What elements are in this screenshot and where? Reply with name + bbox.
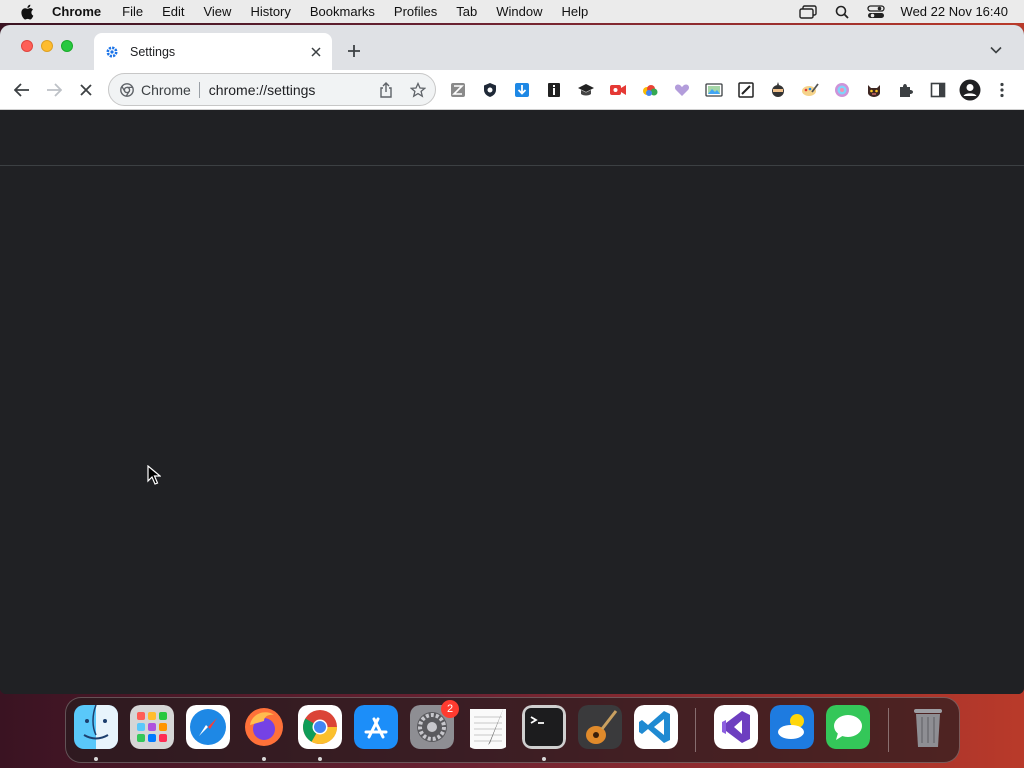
vscode-icon[interactable] xyxy=(634,705,678,749)
menu-clock[interactable]: Wed 22 Nov 16:40 xyxy=(901,4,1008,19)
menu-bar: Chrome File Edit View History Bookmarks … xyxy=(0,0,1024,23)
dock-separator xyxy=(695,708,696,752)
menu-bookmarks[interactable]: Bookmarks xyxy=(310,4,375,19)
globe-colors-icon[interactable] xyxy=(832,80,852,100)
dock: 2 xyxy=(65,697,960,763)
visual-studio-icon[interactable] xyxy=(714,705,758,749)
settings-gear-icon xyxy=(104,44,120,60)
more-vertical-icon[interactable] xyxy=(992,80,1012,100)
dock-separator xyxy=(888,708,889,752)
menu-edit[interactable]: Edit xyxy=(162,4,184,19)
tab-title: Settings xyxy=(130,44,176,59)
heart-icon[interactable] xyxy=(672,80,692,100)
tab-settings[interactable]: Settings xyxy=(94,33,332,70)
window-overlap-icon[interactable] xyxy=(797,4,819,20)
app-store-icon[interactable] xyxy=(354,705,398,749)
puzzle-icon[interactable] xyxy=(896,80,916,100)
video-record-icon[interactable] xyxy=(608,80,628,100)
url-text[interactable]: chrome://settings xyxy=(209,82,377,98)
menu-help[interactable]: Help xyxy=(562,4,589,19)
textedit-icon[interactable] xyxy=(466,705,510,749)
close-tab-icon[interactable] xyxy=(308,44,324,60)
settings-header xyxy=(0,110,1024,166)
weather-icon[interactable] xyxy=(770,705,814,749)
profile-icon[interactable] xyxy=(958,78,982,102)
zoom-window-button[interactable] xyxy=(61,40,73,52)
menu-app-name[interactable]: Chrome xyxy=(52,4,101,19)
menu-history[interactable]: History xyxy=(250,4,290,19)
menu-tab[interactable]: Tab xyxy=(456,4,477,19)
new-tab-button[interactable] xyxy=(344,41,364,61)
browser-window: Settings Chrome chrome://settings xyxy=(0,25,1024,694)
running-indicator xyxy=(542,757,546,761)
share-icon[interactable] xyxy=(377,81,395,99)
forward-arrow-icon[interactable] xyxy=(44,80,64,100)
zotero-icon[interactable] xyxy=(448,80,468,100)
trash-icon[interactable] xyxy=(906,705,950,749)
finder-icon[interactable] xyxy=(74,705,118,749)
menu-profiles[interactable]: Profiles xyxy=(394,4,437,19)
bookmark-star-icon[interactable] xyxy=(409,81,427,99)
menu-window[interactable]: Window xyxy=(496,4,542,19)
safari-icon[interactable] xyxy=(186,705,230,749)
apple-logo-icon[interactable] xyxy=(18,3,36,21)
menu-file[interactable]: File xyxy=(122,4,143,19)
tab-strip: Settings xyxy=(0,25,1024,70)
browser-toolbar: Chrome chrome://settings xyxy=(0,70,1024,110)
ninja-icon[interactable] xyxy=(768,80,788,100)
firefox-icon[interactable] xyxy=(242,705,286,749)
chrome-logo-icon xyxy=(119,82,135,98)
running-indicator xyxy=(262,757,266,761)
back-arrow-icon[interactable] xyxy=(12,80,32,100)
terminal-icon[interactable] xyxy=(522,705,566,749)
close-window-button[interactable] xyxy=(21,40,33,52)
messages-icon[interactable] xyxy=(826,705,870,749)
graduation-cap-icon[interactable] xyxy=(576,80,596,100)
omnibox-chip-label: Chrome xyxy=(141,81,200,98)
shield-icon[interactable] xyxy=(480,80,500,100)
cloud-colors-icon[interactable] xyxy=(640,80,660,100)
running-indicator xyxy=(94,757,98,761)
control-center-icon[interactable] xyxy=(865,4,887,20)
download-icon[interactable] xyxy=(512,80,532,100)
minimize-window-button[interactable] xyxy=(41,40,53,52)
edit-box-icon[interactable] xyxy=(736,80,756,100)
menu-view[interactable]: View xyxy=(203,4,231,19)
settings-page xyxy=(0,110,1024,694)
info-icon[interactable] xyxy=(544,80,564,100)
launchpad-icon[interactable] xyxy=(130,705,174,749)
search-icon[interactable] xyxy=(831,4,853,20)
garageband-icon[interactable] xyxy=(578,705,622,749)
paint-icon[interactable] xyxy=(800,80,820,100)
stop-loading-icon[interactable] xyxy=(76,80,96,100)
running-indicator xyxy=(318,757,322,761)
mouse-pointer-icon xyxy=(147,464,162,485)
sidebar-icon[interactable] xyxy=(928,80,948,100)
address-bar[interactable]: Chrome chrome://settings xyxy=(108,73,436,106)
image-gallery-icon[interactable] xyxy=(704,80,724,100)
chevron-down-icon[interactable] xyxy=(988,42,1004,58)
cat-face-icon[interactable] xyxy=(864,80,884,100)
chrome-icon[interactable] xyxy=(298,705,342,749)
notification-badge: 2 xyxy=(441,700,459,718)
